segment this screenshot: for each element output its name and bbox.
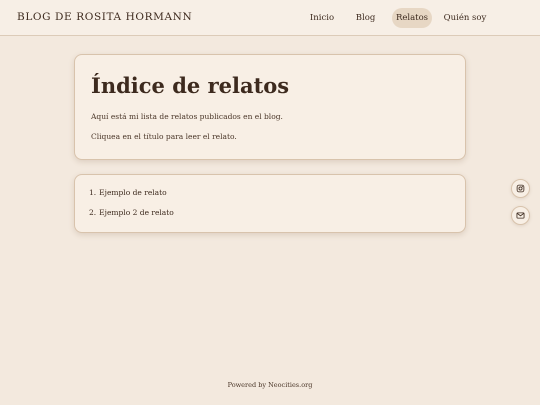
instagram-icon: [516, 184, 525, 193]
nav-item-relatos[interactable]: Relatos: [392, 8, 432, 28]
top-navbar: BLOG DE ROSITA HORMANN Inicio Blog Relat…: [0, 0, 540, 36]
instagram-button[interactable]: [511, 179, 530, 198]
intro-text: Aquí está mi lista de relatos publicados…: [91, 112, 283, 121]
list-item-number: 2.: [89, 208, 97, 217]
footer-text[interactable]: Powered by Neocities.org: [0, 381, 540, 389]
hint-text: Cliquea en el título para leer el relato…: [91, 132, 237, 141]
mail-icon: [516, 212, 525, 219]
intro-card: Índice de relatos Aquí está mi lista de …: [74, 54, 466, 160]
stories-list: 1. Ejemplo de relato 2. Ejemplo 2 de relat…: [89, 188, 174, 228]
story-link[interactable]: Ejemplo de relato: [99, 188, 167, 197]
list-item-number: 1.: [89, 188, 97, 197]
list-item: 1. Ejemplo de relato: [89, 188, 174, 208]
nav-item-inicio[interactable]: Inicio: [309, 8, 335, 28]
nav-item-quien-soy[interactable]: Quién soy: [443, 8, 487, 28]
stories-card: 1. Ejemplo de relato 2. Ejemplo 2 de relat…: [74, 174, 466, 233]
page-title: Índice de relatos: [91, 73, 290, 98]
site-brand[interactable]: BLOG DE ROSITA HORMANN: [17, 11, 192, 23]
nav-item-blog[interactable]: Blog: [353, 8, 378, 28]
story-link[interactable]: Ejemplo 2 de relato: [99, 208, 174, 217]
list-item: 2. Ejemplo 2 de relato: [89, 208, 174, 228]
mail-button[interactable]: [511, 206, 530, 225]
